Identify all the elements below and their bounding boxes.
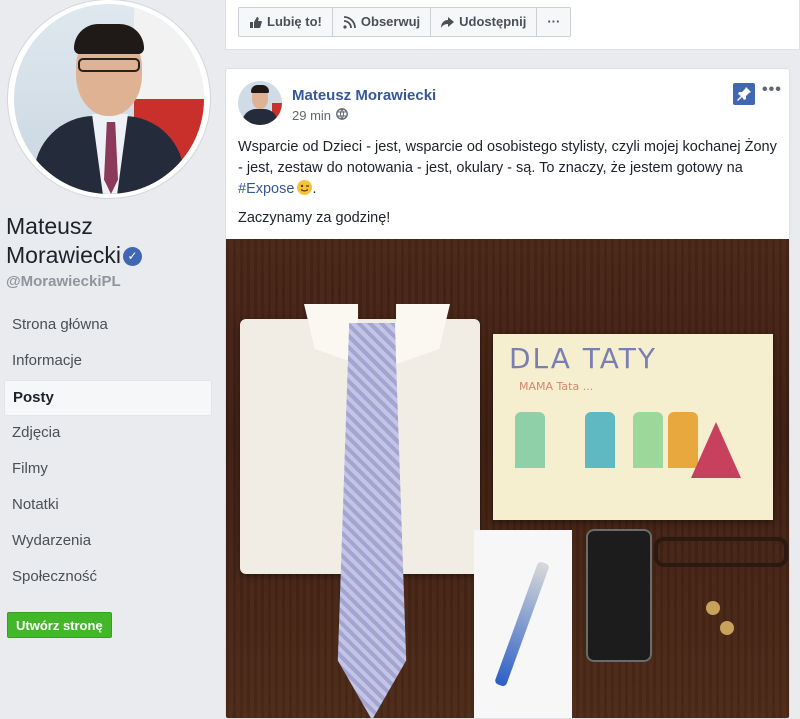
wink-emoji-icon	[297, 180, 313, 195]
cufflink	[720, 621, 734, 635]
post-author-name[interactable]: Mateusz Morawiecki	[292, 87, 436, 104]
page-handle[interactable]: @MorawieckiPL	[6, 273, 121, 290]
nav-item-home[interactable]: Strona główna	[4, 308, 212, 344]
verified-badge-icon: ✓	[123, 247, 143, 266]
profile-photo	[14, 4, 204, 194]
eyeglasses	[654, 537, 788, 567]
share-label: Udostępnij	[459, 14, 527, 29]
drawn-figure	[515, 412, 545, 468]
nav-item-events[interactable]: Wydarzenia	[4, 524, 212, 560]
post-time-text: 29 min	[292, 108, 332, 123]
page-title[interactable]: Mateusz Morawiecki ✓	[6, 212, 206, 270]
like-page-button[interactable]: Lubię to!	[239, 8, 333, 36]
post-options-icon[interactable]: •••	[762, 81, 782, 99]
child-drawing: DLA TATY MAMA Tata ...	[493, 334, 773, 520]
drawn-figure	[691, 422, 741, 478]
drawing-caption: MAMA Tata ...	[519, 380, 594, 393]
page-name-text: Mateusz Morawiecki	[6, 213, 122, 268]
drawing-title: DLA TATY	[509, 342, 657, 375]
more-dots-icon: ···	[547, 14, 561, 29]
create-page-button[interactable]: Utwórz stronę	[7, 612, 112, 638]
nav-item-posts[interactable]: Posty	[4, 380, 212, 416]
share-button[interactable]: Udostępnij	[431, 8, 538, 36]
more-options-button[interactable]: ···	[537, 8, 570, 36]
hashtag-link[interactable]: #Expose	[238, 181, 294, 197]
post-author-avatar[interactable]	[238, 81, 282, 125]
share-arrow-icon	[441, 16, 455, 28]
page-sidebar: Mateusz Morawiecki ✓ @MorawieckiPL Strona…	[0, 0, 222, 719]
post-timestamp[interactable]: 29 min	[292, 108, 348, 123]
nav-item-videos[interactable]: Filmy	[4, 452, 212, 488]
post-paragraph-1: Wsparcie od Dzieci - jest, wsparcie od o…	[238, 139, 777, 197]
page-action-bar: Lubię to! Obserwuj Udostępnij ···	[225, 0, 800, 50]
follow-button[interactable]: Obserwuj	[333, 8, 432, 36]
follow-label: Obserwuj	[360, 14, 421, 29]
pinned-post: Mateusz Morawiecki 29 min ••• Wsparcie o…	[225, 68, 790, 719]
drawn-figure	[668, 412, 698, 468]
page-nav: Strona główna Informacje Posty Zdjęcia F…	[4, 308, 212, 596]
nav-item-community[interactable]: Społeczność	[4, 560, 212, 596]
post-text-main: Wsparcie od Dzieci - jest, wsparcie od o…	[238, 139, 777, 176]
like-label: Lubię to!	[267, 14, 322, 29]
drawn-figure	[585, 412, 615, 468]
thumbs-up-icon	[250, 16, 262, 28]
post-paragraph-2: Zaczynamy za godzinę!	[238, 210, 391, 226]
post-photo[interactable]: DLA TATY MAMA Tata ...	[226, 239, 789, 718]
public-audience-icon	[336, 108, 348, 123]
smartphone	[586, 529, 652, 662]
nav-item-photos[interactable]: Zdjęcia	[4, 416, 212, 452]
post-body: Wsparcie od Dzieci - jest, wsparcie od o…	[238, 137, 783, 237]
rss-icon	[343, 15, 356, 29]
cufflink	[706, 601, 720, 615]
action-button-group: Lubię to! Obserwuj Udostępnij ···	[238, 7, 572, 37]
profile-picture[interactable]	[8, 0, 210, 198]
nav-item-notes[interactable]: Notatki	[4, 488, 212, 524]
pin-icon[interactable]	[733, 83, 755, 105]
drawn-figure	[633, 412, 663, 468]
nav-item-about[interactable]: Informacje	[4, 344, 212, 380]
